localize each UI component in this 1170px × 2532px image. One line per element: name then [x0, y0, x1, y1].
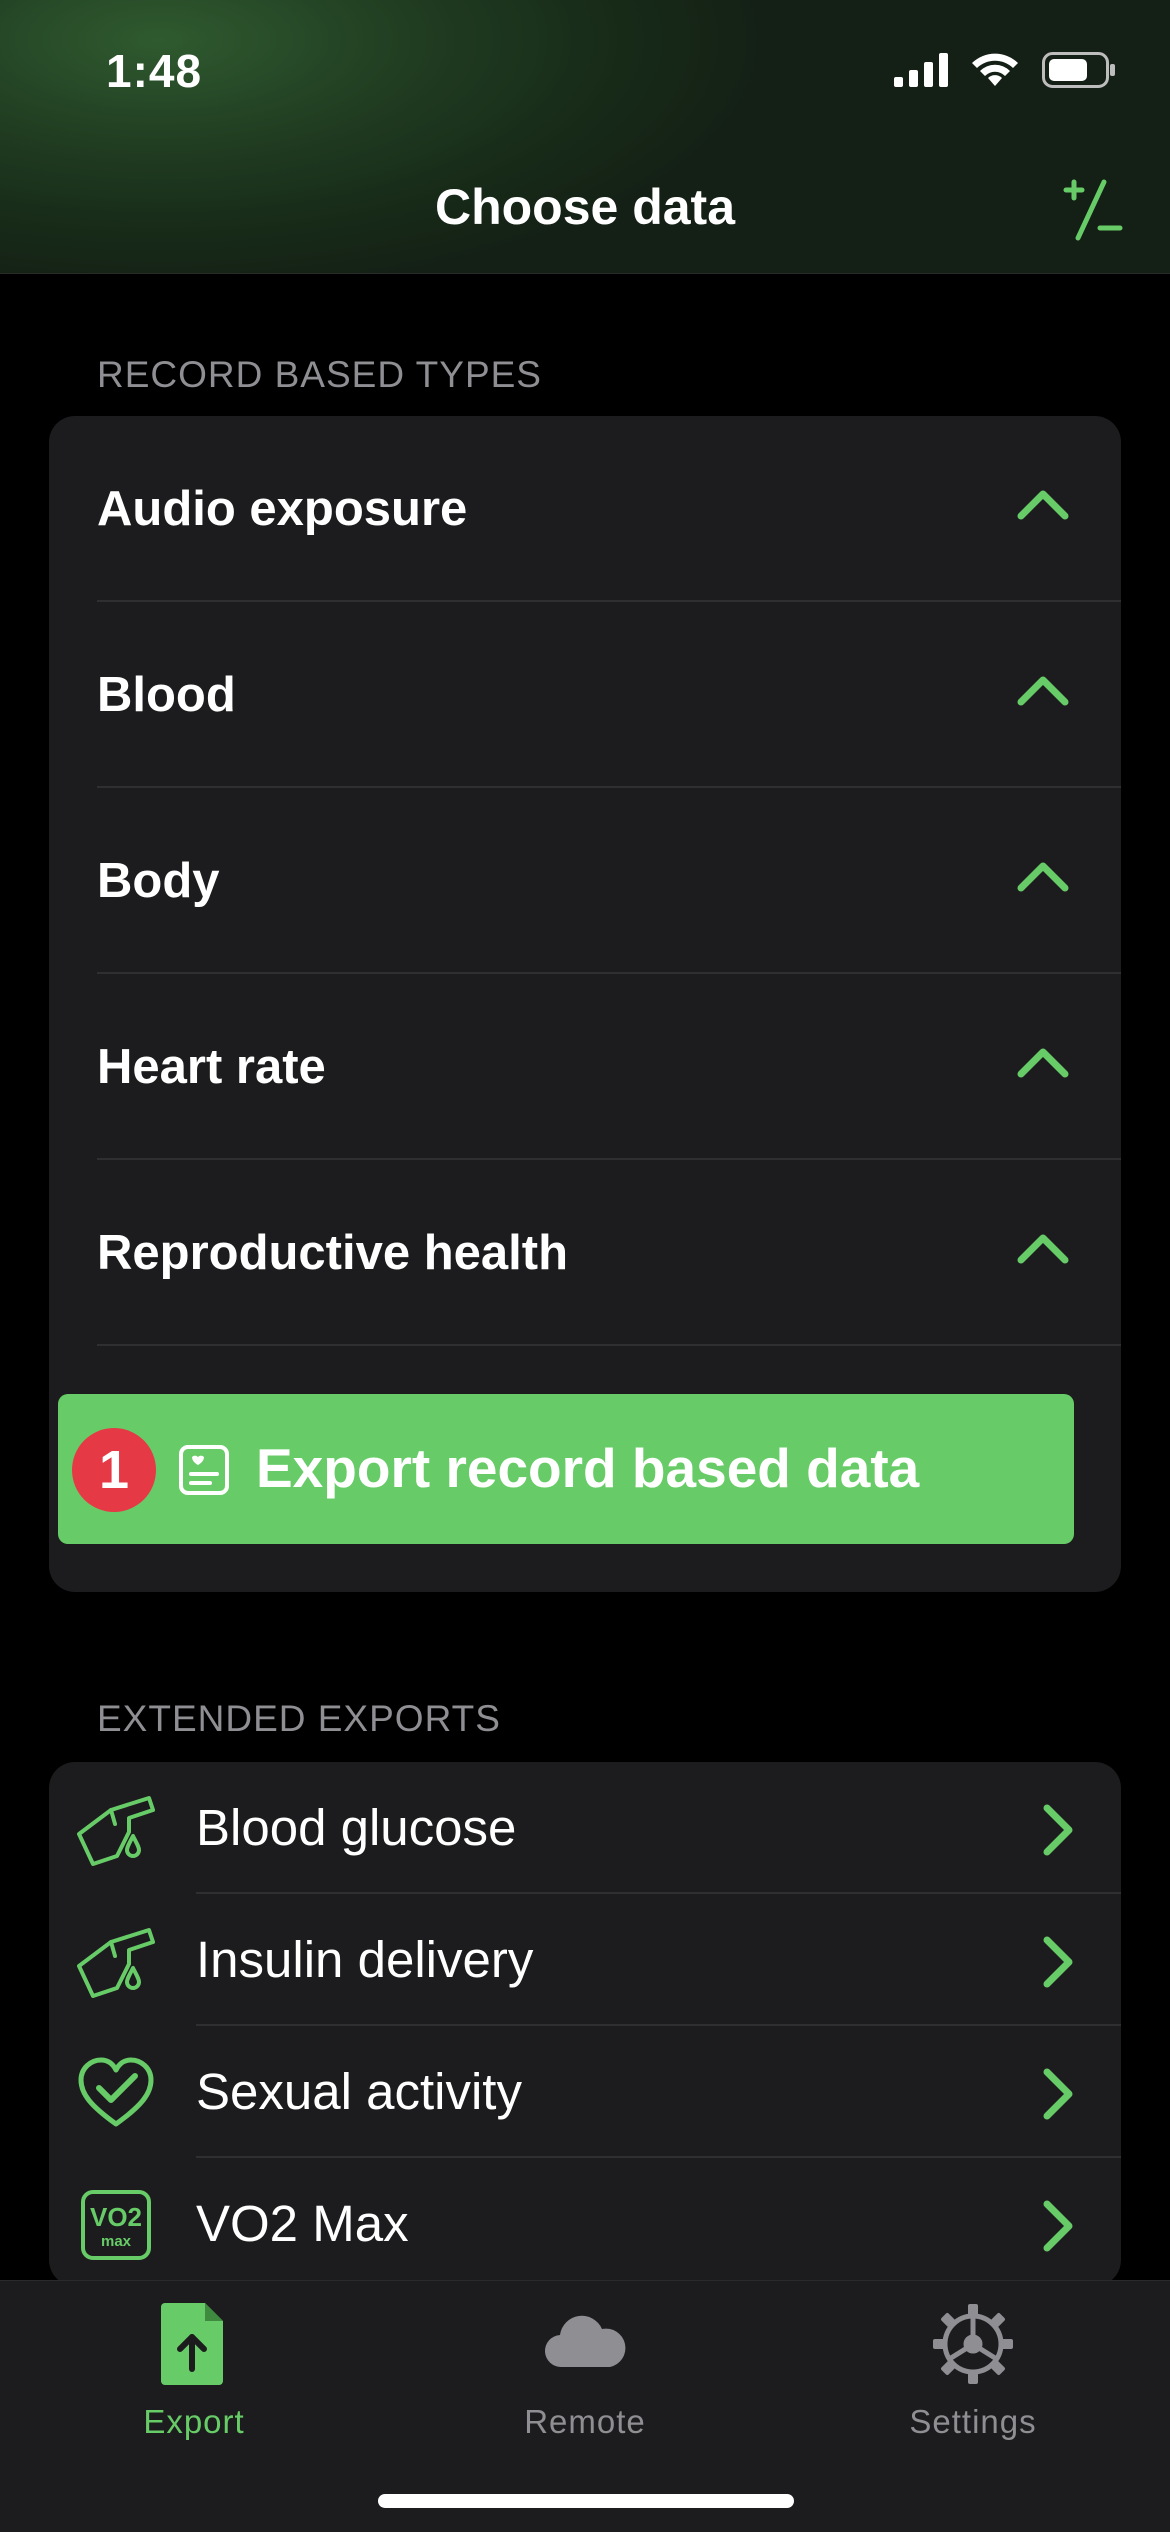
tab-export[interactable]: Export	[64, 2299, 324, 2469]
plus-minus-icon[interactable]	[1056, 176, 1126, 246]
chevron-up-icon	[1017, 862, 1069, 892]
heart-check-icon	[78, 2057, 154, 2127]
finger-drop-icon	[77, 1928, 155, 1998]
extended-row-vo2-max[interactable]: VO2 max VO2 Max	[49, 2158, 1121, 2286]
tab-label: Settings	[909, 2403, 1037, 2440]
record-type-row-audio-exposure[interactable]: Audio exposure	[49, 416, 1121, 602]
tab-settings[interactable]: Settings	[843, 2299, 1103, 2469]
gear-icon	[933, 2304, 1013, 2384]
page-title: Choose data	[434, 179, 736, 235]
extended-row-label: Insulin delivery	[196, 1931, 534, 1988]
wifi-icon	[972, 53, 1018, 86]
chevron-right-icon	[1043, 1804, 1073, 1856]
cellular-signal-icon	[894, 53, 948, 87]
chevron-right-icon	[1043, 1936, 1073, 1988]
separator	[97, 1344, 1121, 1346]
tab-label: Remote	[524, 2403, 646, 2440]
chevron-up-icon	[1017, 1048, 1069, 1078]
chevron-right-icon	[1043, 2068, 1073, 2120]
section-header-record-based: RECORD BASED TYPES	[97, 354, 542, 395]
extended-row-blood-glucose[interactable]: Blood glucose	[49, 1762, 1121, 1894]
chevron-up-icon	[1017, 1234, 1069, 1264]
record-type-label: Blood	[97, 668, 236, 722]
vo2-icon-subtext: max	[101, 2233, 132, 2250]
status-icons	[894, 52, 1116, 88]
notification-badge: 1	[72, 1428, 156, 1512]
chevron-up-icon	[1017, 676, 1069, 706]
extended-row-insulin-delivery[interactable]: Insulin delivery	[49, 1894, 1121, 2026]
record-document-icon	[179, 1445, 229, 1495]
record-type-row-reproductive-health[interactable]: Reproductive health	[49, 1160, 1121, 1346]
record-type-row-body[interactable]: Body	[49, 788, 1121, 974]
chevron-right-icon	[1043, 2200, 1073, 2252]
vo2-icon-text: VO2	[90, 2202, 142, 2232]
finger-drop-icon	[77, 1796, 155, 1866]
battery-icon	[1042, 52, 1115, 88]
extended-row-label: VO2 Max	[196, 2195, 409, 2252]
export-record-based-button[interactable]: 1 Export record based data	[58, 1394, 1074, 1544]
record-type-label: Heart rate	[97, 1040, 326, 1094]
tab-label: Export	[143, 2403, 245, 2440]
tab-remote[interactable]: Remote	[455, 2299, 715, 2469]
home-indicator[interactable]	[378, 2494, 794, 2508]
navigation-header: 1:48 Choose data	[0, 0, 1170, 274]
record-type-row-blood[interactable]: Blood	[49, 602, 1121, 788]
chevron-up-icon	[1017, 490, 1069, 520]
export-button-label: Export record based data	[256, 1437, 920, 1499]
record-type-row-heart-rate[interactable]: Heart rate	[49, 974, 1121, 1160]
record-type-label: Reproductive health	[97, 1226, 569, 1280]
extended-row-sexual-activity[interactable]: Sexual activity	[49, 2026, 1121, 2158]
status-time: 1:48	[106, 45, 203, 97]
section-header-extended-exports: EXTENDED EXPORTS	[97, 1698, 501, 1739]
cloud-icon	[544, 2315, 626, 2368]
record-type-label: Audio exposure	[97, 482, 468, 536]
extended-exports-card: Blood glucose Insulin delivery Sexual ac…	[49, 1762, 1121, 2286]
vo2-max-icon: VO2 max	[81, 2190, 151, 2260]
export-document-icon	[161, 2303, 223, 2385]
extended-row-label: Blood glucose	[196, 1799, 517, 1856]
record-type-label: Body	[97, 854, 220, 908]
extended-row-label: Sexual activity	[196, 2063, 522, 2120]
